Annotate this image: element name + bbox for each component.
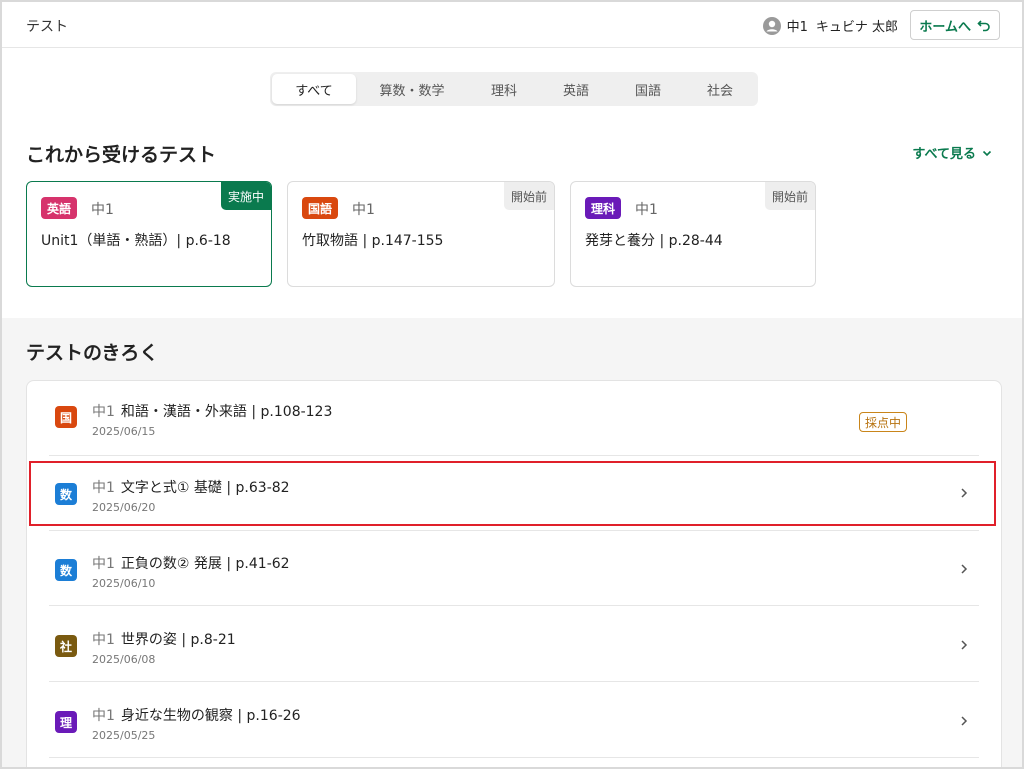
tab-all[interactable]: すべて bbox=[272, 74, 356, 104]
see-all-label: すべて見る bbox=[912, 147, 976, 162]
row-title: 中1 身近な生物の観察 | p.16-26 bbox=[92, 705, 301, 725]
home-button[interactable]: ホームへ bbox=[910, 10, 1000, 40]
test-card[interactable]: 実施中 英語 中1 Unit1（単語・熟語）| p.6-18 bbox=[26, 181, 272, 287]
page-title: テスト bbox=[26, 19, 68, 35]
row-date: 2025/06/10 bbox=[92, 577, 156, 590]
tab-science[interactable]: 理科 bbox=[468, 74, 540, 104]
history-row[interactable]: 国 中1 和語・漢語・外来語 | p.108-123 2025/06/15 採点中 bbox=[49, 381, 979, 456]
tab-english[interactable]: 英語 bbox=[540, 74, 612, 104]
chevron-right-icon bbox=[961, 716, 968, 726]
subject-badge: 国語 bbox=[302, 197, 339, 219]
card-grade: 中1 bbox=[635, 202, 658, 218]
subject-icon: 国 bbox=[55, 406, 77, 428]
tab-math[interactable]: 算数・数学 bbox=[356, 74, 468, 104]
row-title: 中1 和語・漢語・外来語 | p.108-123 bbox=[92, 401, 332, 421]
user-grade: 中1 bbox=[786, 20, 808, 35]
card-grade: 中1 bbox=[352, 202, 375, 218]
history-row[interactable]: 数 中1 正負の数② 発展 | p.41-62 2025/06/10 bbox=[49, 531, 979, 606]
chevron-right-icon bbox=[961, 640, 968, 650]
status-badge: 開始前 bbox=[764, 182, 815, 210]
upcoming-section-title: これから受けるテスト bbox=[26, 144, 217, 166]
chevron-right-icon bbox=[961, 564, 968, 574]
subject-tabs: すべて 算数・数学 理科 英語 国語 社会 bbox=[270, 72, 758, 106]
subject-badge: 理科 bbox=[585, 197, 622, 219]
history-row[interactable]: 数 中1 文字と式① 基礎 | p.63-82 2025/06/20 bbox=[49, 456, 979, 531]
subject-badge: 英語 bbox=[41, 197, 78, 219]
scoring-badge: 採点中 bbox=[858, 412, 907, 432]
row-grade: 中1 bbox=[92, 556, 115, 572]
app-window: テスト 中1 キュビナ 太郎 ホームへ すべて 算数・数学 理科 英語 国語 社… bbox=[0, 0, 1024, 769]
user-avatar-icon bbox=[762, 16, 781, 35]
test-card[interactable]: 開始前 国語 中1 竹取物語 | p.147-155 bbox=[287, 181, 555, 287]
chevron-down-icon bbox=[982, 150, 992, 156]
return-arrow-icon bbox=[977, 20, 990, 32]
top-bar: テスト 中1 キュビナ 太郎 ホームへ bbox=[2, 2, 1022, 48]
tab-japanese[interactable]: 国語 bbox=[612, 74, 684, 104]
tab-social[interactable]: 社会 bbox=[684, 74, 756, 104]
card-title: 発芽と養分 | p.28-44 bbox=[585, 233, 723, 249]
subject-icon: 数 bbox=[55, 559, 77, 581]
card-grade: 中1 bbox=[91, 202, 114, 218]
history-section-title: テストのきろく bbox=[26, 342, 159, 364]
see-all-link[interactable]: すべて見る bbox=[912, 143, 992, 162]
row-title-text: 世界の姿 | p.8-21 bbox=[120, 632, 236, 648]
user-info: 中1 キュビナ 太郎 bbox=[762, 16, 898, 35]
row-date: 2025/05/25 bbox=[92, 729, 156, 742]
subject-icon: 社 bbox=[55, 635, 77, 657]
chevron-right-icon bbox=[961, 488, 968, 498]
history-list: 国 中1 和語・漢語・外来語 | p.108-123 2025/06/15 採点中… bbox=[26, 380, 1002, 767]
row-date: 2025/06/15 bbox=[92, 425, 156, 438]
history-row[interactable]: 理 中1 身近な生物の観察 | p.16-26 2025/05/25 bbox=[49, 683, 979, 758]
status-badge: 開始前 bbox=[503, 182, 554, 210]
card-title: 竹取物語 | p.147-155 bbox=[302, 233, 444, 249]
row-grade: 中1 bbox=[92, 632, 115, 648]
row-title: 中1 正負の数② 発展 | p.41-62 bbox=[92, 553, 290, 573]
home-button-label: ホームへ bbox=[919, 19, 971, 35]
row-date: 2025/06/08 bbox=[92, 653, 156, 666]
subject-icon: 数 bbox=[55, 483, 77, 505]
row-grade: 中1 bbox=[92, 480, 115, 496]
row-date: 2025/06/20 bbox=[92, 501, 156, 514]
row-title: 中1 文字と式① 基礎 | p.63-82 bbox=[92, 477, 290, 497]
row-title-text: 文字と式① 基礎 | p.63-82 bbox=[120, 480, 290, 496]
user-name: キュビナ 太郎 bbox=[815, 20, 898, 35]
test-card[interactable]: 開始前 理科 中1 発芽と養分 | p.28-44 bbox=[570, 181, 816, 287]
card-title: Unit1（単語・熟語）| p.6-18 bbox=[41, 233, 231, 249]
row-grade: 中1 bbox=[92, 708, 115, 724]
row-title-text: 身近な生物の観察 | p.16-26 bbox=[120, 708, 301, 724]
row-title: 中1 世界の姿 | p.8-21 bbox=[92, 629, 236, 649]
subject-icon: 理 bbox=[55, 711, 77, 733]
history-row[interactable]: 社 中1 世界の姿 | p.8-21 2025/06/08 bbox=[49, 607, 979, 682]
row-grade: 中1 bbox=[92, 404, 115, 420]
row-title-text: 和語・漢語・外来語 | p.108-123 bbox=[120, 404, 333, 420]
status-badge: 実施中 bbox=[220, 182, 271, 210]
row-title-text: 正負の数② 発展 | p.41-62 bbox=[120, 556, 290, 572]
